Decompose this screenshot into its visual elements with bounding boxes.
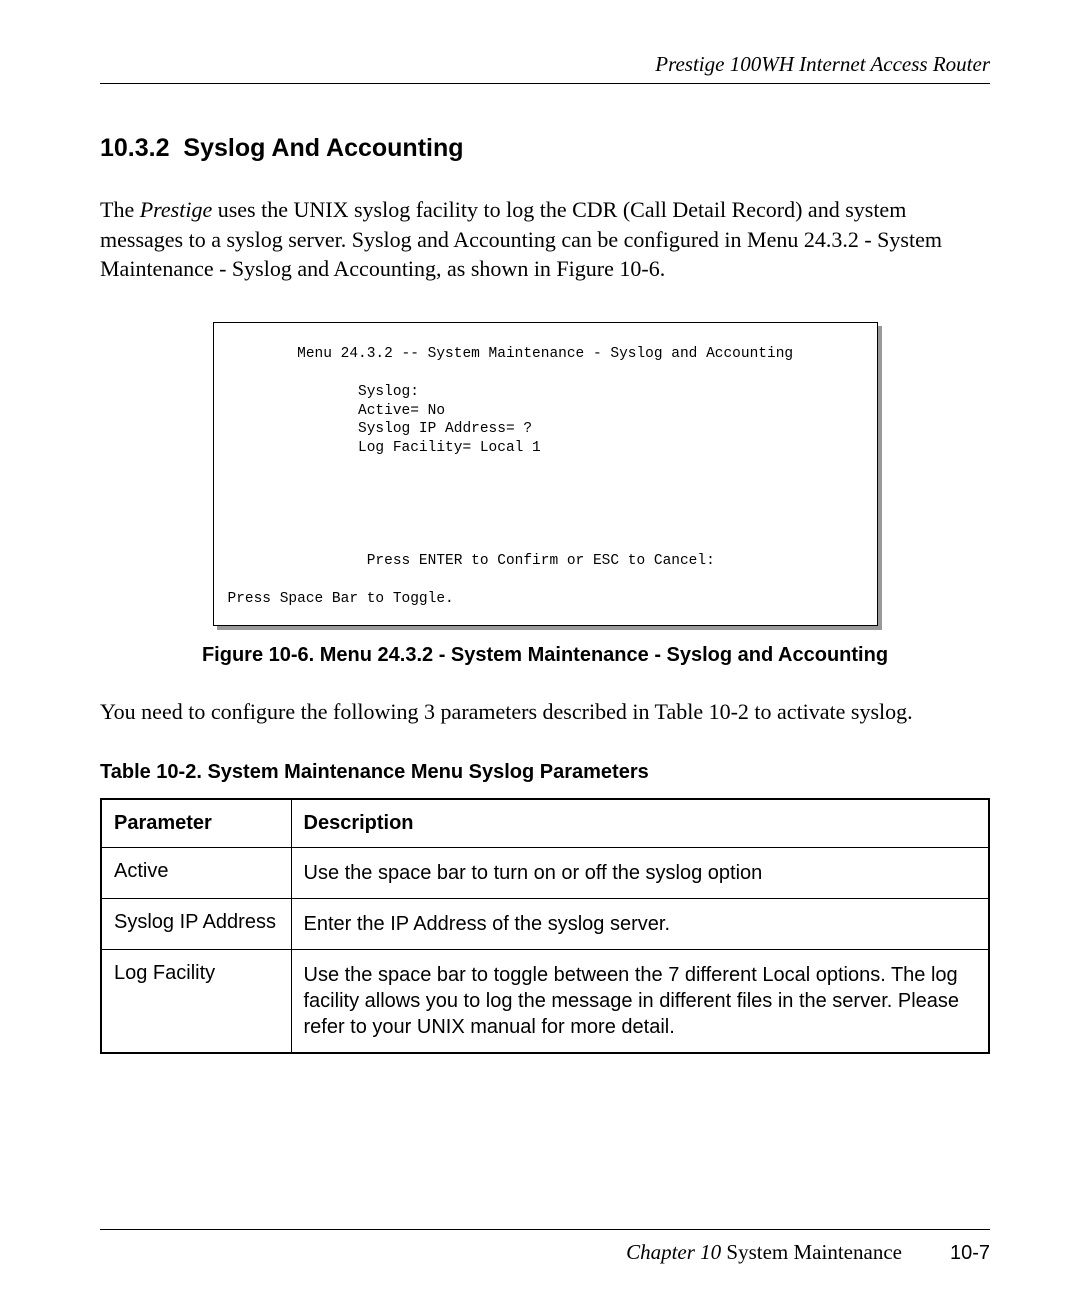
footer-chapter-number: Chapter 10	[626, 1240, 721, 1264]
footer-chapter: Chapter 10 System Maintenance	[626, 1240, 902, 1265]
cell-desc: Enter the IP Address of the syslog serve…	[291, 898, 989, 949]
table-header-description: Description	[291, 799, 989, 848]
intro-pre: The	[100, 197, 140, 222]
running-header-region: Prestige 100WH Internet Access Router	[100, 52, 990, 84]
cell-param: Log Facility	[101, 949, 291, 1053]
terminal-box: Menu 24.3.2 -- System Maintenance - Sysl…	[213, 322, 878, 626]
section-heading: 10.3.2 Syslog And Accounting	[100, 134, 990, 163]
cell-param: Active	[101, 847, 291, 898]
section-title: Syslog And Accounting	[183, 134, 463, 162]
table-header-row: Parameter Description	[101, 799, 989, 848]
syslog-parameters-table: Parameter Description Active Use the spa…	[100, 798, 990, 1054]
footer-page-number: 10-7	[950, 1242, 990, 1265]
figure-caption: Figure 10-6. Menu 24.3.2 - System Mainte…	[100, 644, 990, 667]
table-header-parameter: Parameter	[101, 799, 291, 848]
terminal-figure: Menu 24.3.2 -- System Maintenance - Sysl…	[213, 322, 878, 626]
table-row: Log Facility Use the space bar to toggle…	[101, 949, 989, 1053]
cell-param: Syslog IP Address	[101, 898, 291, 949]
cell-desc: Use the space bar to turn on or off the …	[291, 847, 989, 898]
section-number: 10.3.2	[100, 134, 170, 162]
running-header: Prestige 100WH Internet Access Router	[100, 52, 990, 77]
footer-chapter-title: System Maintenance	[721, 1240, 902, 1264]
params-paragraph: You need to configure the following 3 pa…	[100, 697, 990, 727]
cell-desc: Use the space bar to toggle between the …	[291, 949, 989, 1053]
intro-post: uses the UNIX syslog facility to log the…	[100, 197, 942, 281]
table-caption: Table 10-2. System Maintenance Menu Sysl…	[100, 761, 990, 784]
product-name-emphasis: Prestige	[140, 197, 213, 222]
table-row: Active Use the space bar to turn on or o…	[101, 847, 989, 898]
table-row: Syslog IP Address Enter the IP Address o…	[101, 898, 989, 949]
intro-paragraph: The Prestige uses the UNIX syslog facili…	[100, 195, 990, 284]
footer-region: Chapter 10 System Maintenance 10-7	[100, 1229, 990, 1265]
